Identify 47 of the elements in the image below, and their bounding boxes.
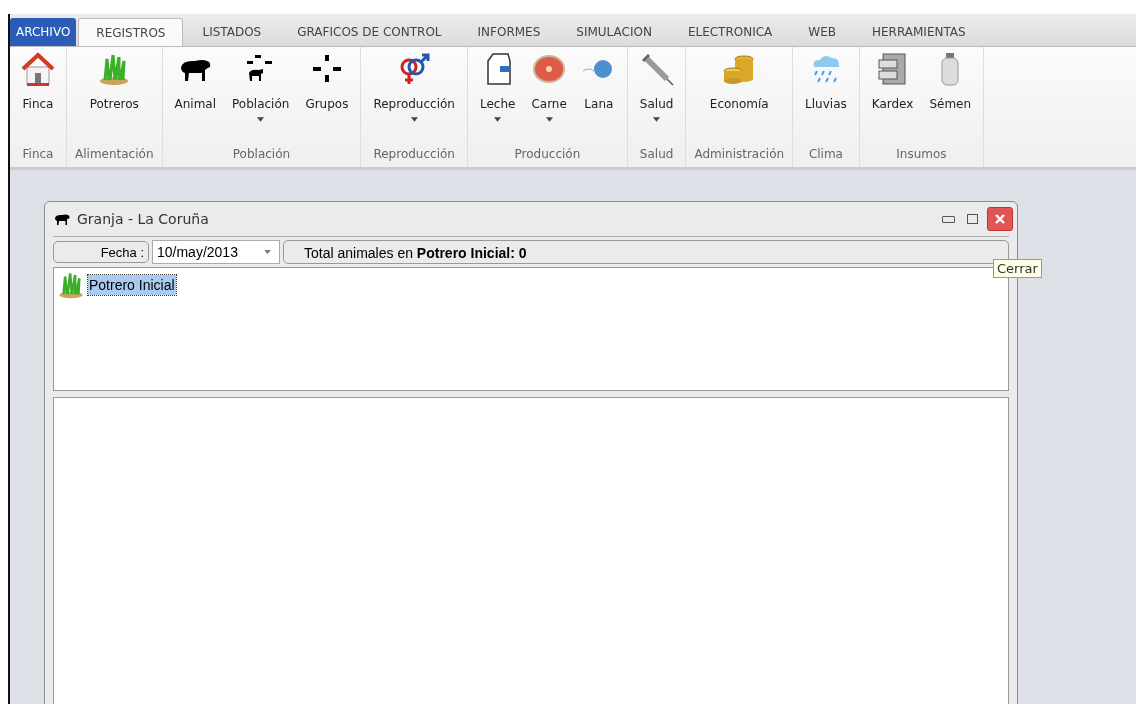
caret-icon xyxy=(494,117,502,122)
ribbon-tab[interactable]: REGISTROS xyxy=(78,18,184,46)
group-label: Alimentación xyxy=(74,146,155,163)
group-label: Administración xyxy=(693,146,786,163)
caret-icon xyxy=(653,117,661,122)
ribbon-button[interactable]: Lluvias xyxy=(797,47,855,143)
summary-text: Total animales en Potrero Inicial: 0 xyxy=(283,240,1009,264)
caret-icon xyxy=(545,117,553,122)
group-label: Población xyxy=(231,146,292,163)
date-label: Fecha : xyxy=(53,241,149,263)
close-button[interactable] xyxy=(987,207,1013,231)
ribbon-button[interactable]: Grupos xyxy=(297,47,357,143)
ribbon-tab[interactable]: INFORMES xyxy=(460,18,558,46)
house-icon xyxy=(20,51,56,87)
ribbon-button[interactable]: Lana xyxy=(574,47,623,143)
ribbon-button[interactable]: Kardex xyxy=(863,47,922,143)
ribbon-tab[interactable]: WEB xyxy=(791,18,853,46)
ribbon-tab[interactable]: GRAFICOS DE CONTROL xyxy=(280,18,459,46)
group-label: Clima xyxy=(807,146,844,163)
caret-icon xyxy=(264,250,271,254)
caret-icon xyxy=(257,117,265,122)
ribbon-button[interactable]: Salud xyxy=(631,47,682,143)
ribbon-button[interactable]: Leche xyxy=(471,47,524,143)
ribbon-button[interactable]: Animal xyxy=(166,47,225,143)
ribbon-tab[interactable]: ARCHIVO xyxy=(10,18,77,46)
group-label: Reproducción xyxy=(372,146,456,163)
group-label: Insumos xyxy=(895,146,948,163)
ribbon-button[interactable]: Carne xyxy=(523,47,575,143)
close-icon xyxy=(995,214,1005,224)
tooltip: Cerrar xyxy=(993,259,1042,278)
group-label: Producción xyxy=(513,146,582,163)
ribbon-tab[interactable]: HERRAMIENTAS xyxy=(855,18,983,46)
tree-item[interactable]: Potrero Inicial xyxy=(88,275,176,295)
ribbon-button[interactable]: Sémen xyxy=(921,47,980,143)
group-label: Salud xyxy=(638,146,675,163)
ribbon-tab[interactable]: ELECTRONICA xyxy=(670,18,790,46)
date-field[interactable]: 10/may/2013 xyxy=(152,240,280,264)
ribbon-button[interactable]: Reproducción xyxy=(365,47,463,143)
ribbon-button[interactable]: Economía xyxy=(701,47,777,143)
caret-icon xyxy=(410,117,418,122)
ribbon-button[interactable]: Potreros xyxy=(81,47,147,143)
ribbon-button[interactable]: Población xyxy=(224,47,298,143)
group-label: Finca xyxy=(21,146,55,163)
ribbon-tab[interactable]: LISTADOS xyxy=(185,18,279,46)
ribbon-button[interactable]: Finca xyxy=(14,47,62,143)
window-title: Granja - La Coruña xyxy=(77,211,209,227)
ribbon-tab[interactable]: SIMULACION xyxy=(559,18,669,46)
